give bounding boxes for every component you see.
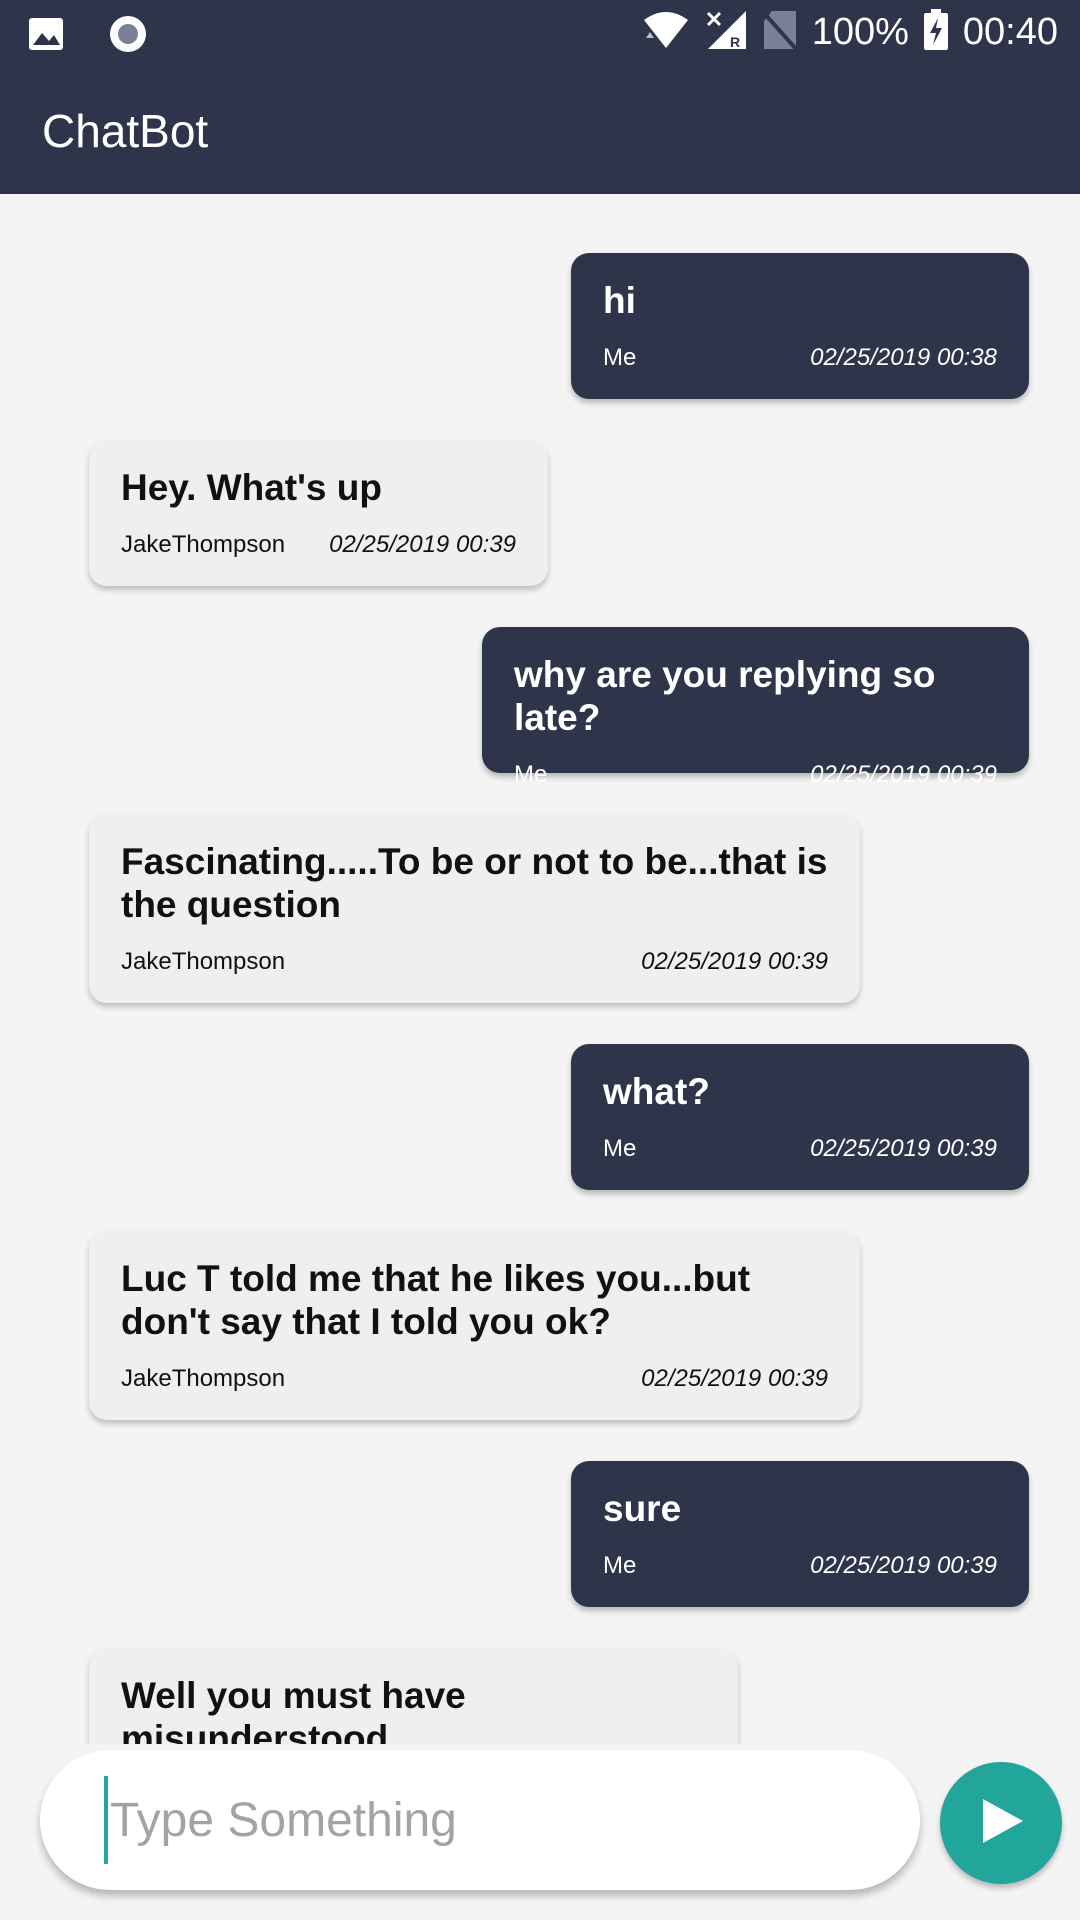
message-input-container <box>40 1750 920 1890</box>
message-bubble-me: what? Me 02/25/2019 00:39 <box>571 1044 1029 1190</box>
message-text: why are you replying so late? <box>514 654 936 738</box>
image-icon <box>28 17 64 56</box>
svg-text:R: R <box>730 34 740 50</box>
message-sender: Me <box>603 344 637 371</box>
message-text: what? <box>603 1071 710 1112</box>
message-bubble-bot: Hey. What's up JakeThompson 02/25/2019 0… <box>89 440 548 586</box>
app-bar: ChatBot <box>0 64 1080 194</box>
message-text: Hey. What's up <box>121 467 382 508</box>
message-sender: JakeThompson <box>121 531 286 558</box>
message-timestamp: 02/25/2019 00:39 <box>641 1365 828 1392</box>
battery-charging-icon <box>923 8 949 56</box>
message-timestamp: 02/25/2019 00:39 <box>329 531 516 558</box>
message-bubble-bot: Fascinating.....To be or not to be...tha… <box>89 814 860 1003</box>
battery-percent: 100% <box>811 10 909 53</box>
message-bubble-bot: Well you must have misunderstood <box>89 1648 738 1744</box>
message-timestamp: 02/25/2019 00:39 <box>810 1552 997 1579</box>
message-timestamp: 02/25/2019 00:39 <box>810 761 997 788</box>
message-sender: Me <box>603 1552 637 1579</box>
message-text: Luc T told me that he likes you...but do… <box>121 1258 751 1342</box>
message-timestamp: 02/25/2019 00:39 <box>810 1135 997 1162</box>
message-timestamp: 02/25/2019 00:38 <box>810 344 997 371</box>
message-text: Fascinating.....To be or not to be...tha… <box>121 841 828 925</box>
message-sender: JakeThompson <box>121 1365 286 1392</box>
no-sim-icon <box>762 9 798 56</box>
record-icon <box>108 14 148 59</box>
message-sender: JakeThompson <box>121 948 286 975</box>
message-sender: Me <box>514 761 548 788</box>
app-title: ChatBot <box>42 105 209 157</box>
message-bubble-me: sure Me 02/25/2019 00:39 <box>571 1461 1029 1607</box>
message-timestamp: 02/25/2019 00:39 <box>641 948 828 975</box>
message-text: sure <box>603 1488 682 1529</box>
message-bubble-me: why are you replying so late? Me 02/25/2… <box>482 627 1029 788</box>
message-text: hi <box>603 280 636 321</box>
message-input[interactable] <box>104 1776 884 1864</box>
message-text: Well you must have misunderstood <box>121 1675 466 1744</box>
send-button[interactable] <box>940 1762 1062 1884</box>
wifi-icon <box>642 10 690 55</box>
status-time: 00:40 <box>962 10 1058 53</box>
message-bubble-bot: Luc T told me that he likes you...but do… <box>89 1231 860 1420</box>
status-bar: R 100% 00:40 <box>0 0 1080 64</box>
send-icon <box>973 1793 1029 1854</box>
chat-message-list[interactable]: hi Me 02/25/2019 00:38 Hey. What's up Ja… <box>0 194 1080 1744</box>
signal-icon: R <box>704 9 748 56</box>
message-sender: Me <box>603 1135 637 1162</box>
message-bubble-me: hi Me 02/25/2019 00:38 <box>571 253 1029 399</box>
